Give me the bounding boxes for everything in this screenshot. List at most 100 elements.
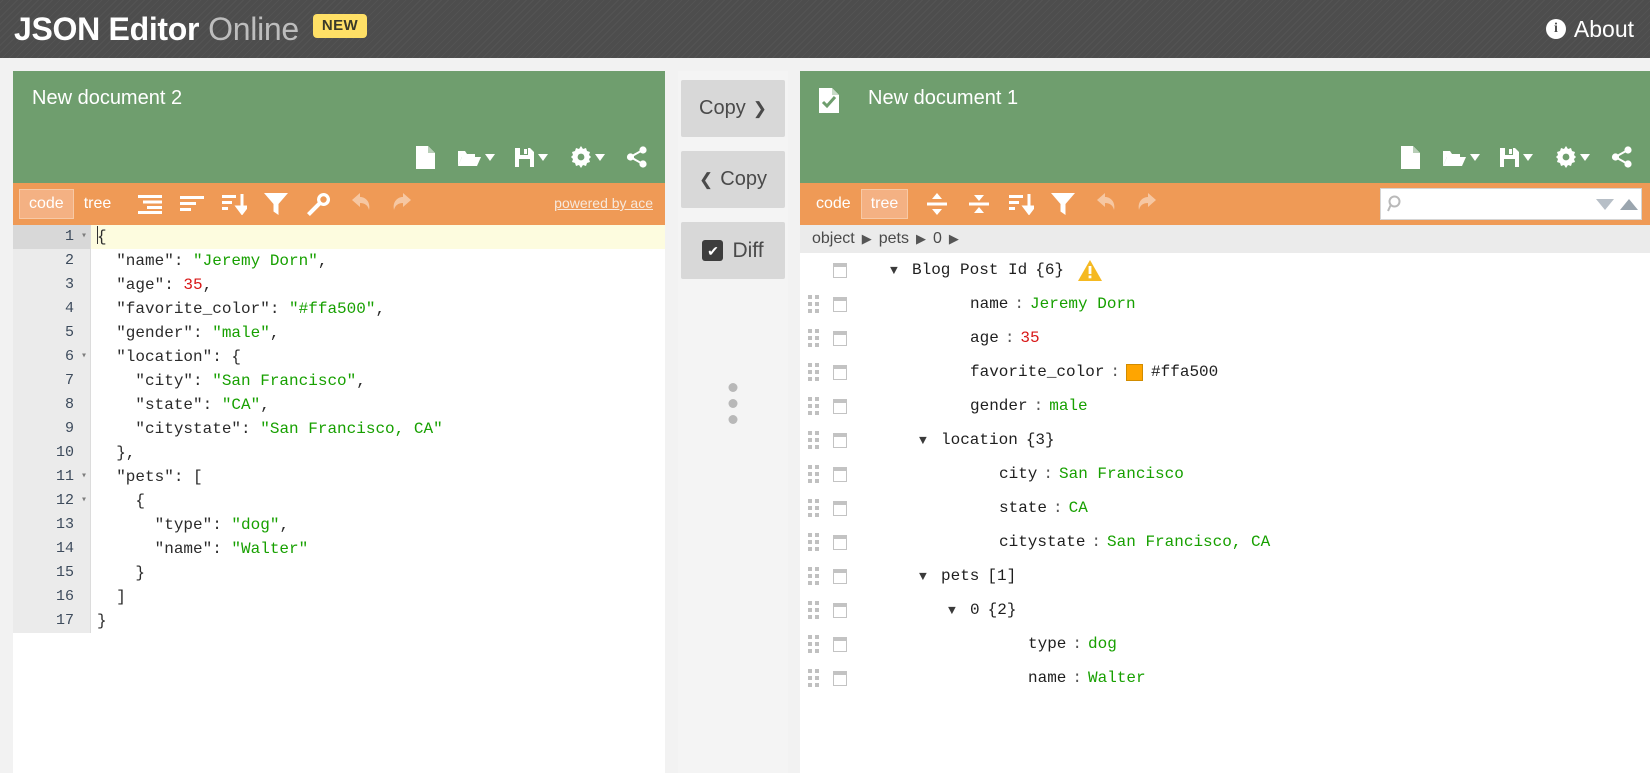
drag-handle-icon[interactable] xyxy=(800,363,826,381)
format-button[interactable] xyxy=(171,187,213,221)
tree-row-menu-icon[interactable] xyxy=(826,330,854,346)
left-mode-code[interactable]: code xyxy=(19,189,74,219)
code-line[interactable]: 9 "citystate": "San Francisco, CA" xyxy=(13,417,665,441)
new-document-button[interactable] xyxy=(1390,139,1430,175)
code-line[interactable]: 10 }, xyxy=(13,441,665,465)
tree-key[interactable]: location xyxy=(941,431,1018,449)
tree-value[interactable]: San Francisco, CA xyxy=(1107,533,1270,551)
code-line[interactable]: 1 ▾{ xyxy=(13,225,665,249)
drag-handle-icon[interactable] xyxy=(800,465,826,483)
compact-button[interactable] xyxy=(129,187,171,221)
checkbox-checked-icon[interactable]: ✔ xyxy=(702,240,724,261)
tree-key[interactable]: favorite_color xyxy=(970,363,1104,381)
open-folder-button[interactable] xyxy=(449,139,501,175)
tree-row[interactable]: name: Walter xyxy=(800,661,1650,695)
transform-wrench-button[interactable] xyxy=(297,187,339,221)
code-editor[interactable]: 1 ▾{2 "name": "Jeremy Dorn", 3 "age": 35, 4… xyxy=(13,225,665,773)
code-line[interactable]: 2 "name": "Jeremy Dorn", xyxy=(13,249,665,273)
expand-collapse-icon[interactable]: ▼ xyxy=(919,569,941,584)
code-line[interactable]: 6 ▾ "location": { xyxy=(13,345,665,369)
tree-value[interactable]: dog xyxy=(1088,635,1117,653)
code-line[interactable]: 4 "favorite_color": "#ffa500", xyxy=(13,297,665,321)
tree-key[interactable]: state xyxy=(999,499,1047,517)
save-button[interactable] xyxy=(1490,139,1542,175)
settings-gear-button[interactable] xyxy=(1546,139,1598,175)
tree-value[interactable]: Jeremy Dorn xyxy=(1030,295,1136,313)
expand-collapse-icon[interactable]: ▼ xyxy=(919,433,941,448)
tree-key[interactable]: name xyxy=(1028,669,1066,687)
tree-row[interactable]: citystate: San Francisco, CA xyxy=(800,525,1650,559)
tree-row-menu-icon[interactable] xyxy=(826,602,854,618)
tree-key[interactable]: age xyxy=(970,329,999,347)
tree-row-menu-icon[interactable] xyxy=(826,432,854,448)
code-line[interactable]: 11 ▾ "pets": [ xyxy=(13,465,665,489)
save-button[interactable] xyxy=(505,139,557,175)
code-line[interactable]: 12 ▾ { xyxy=(13,489,665,513)
tree-value[interactable]: 35 xyxy=(1020,329,1039,347)
tree-row-menu-icon[interactable] xyxy=(826,296,854,312)
tree-row-menu-icon[interactable] xyxy=(826,398,854,414)
tree-row-menu-icon[interactable] xyxy=(826,262,854,278)
tree-key[interactable]: gender xyxy=(970,397,1028,415)
tree-value[interactable]: San Francisco xyxy=(1059,465,1184,483)
search-next-icon[interactable] xyxy=(1596,198,1614,210)
tree-row[interactable]: age :35 xyxy=(800,321,1650,355)
share-button[interactable] xyxy=(1602,139,1642,175)
filter-button[interactable] xyxy=(1042,187,1084,221)
copy-to-right-button[interactable]: Copy ❯ xyxy=(681,80,785,137)
tree-key[interactable]: citystate xyxy=(999,533,1085,551)
tree-row[interactable]: favorite_color: #ffa500 xyxy=(800,355,1650,389)
fold-toggle-icon[interactable]: ▾ xyxy=(81,225,87,249)
tree-value[interactable]: Walter xyxy=(1088,669,1146,687)
fold-toggle-icon[interactable]: ▾ xyxy=(81,345,87,369)
new-document-button[interactable] xyxy=(405,139,445,175)
tree-view[interactable]: object ▶ pets ▶ 0 ▶ ▼ Blog Post Id {6} name: Jere… xyxy=(800,225,1650,773)
fold-toggle-icon[interactable]: ▾ xyxy=(81,465,87,489)
settings-gear-button[interactable] xyxy=(561,139,613,175)
drag-handle-icon[interactable] xyxy=(800,329,826,347)
fold-toggle-icon[interactable]: ▾ xyxy=(81,489,87,513)
tree-key[interactable]: type xyxy=(1028,635,1066,653)
tree-value[interactable]: male xyxy=(1049,397,1087,415)
color-swatch-icon[interactable] xyxy=(1126,363,1144,381)
tree-key[interactable]: name xyxy=(970,295,1008,313)
code-line[interactable]: 7 "city": "San Francisco", xyxy=(13,369,665,393)
code-line[interactable]: 8 "state": "CA", xyxy=(13,393,665,417)
code-line[interactable]: 17} xyxy=(13,609,665,633)
tree-row[interactable]: ▼ location {3} xyxy=(800,423,1650,457)
code-line[interactable]: 5 "gender": "male", xyxy=(13,321,665,345)
tree-row-menu-icon[interactable] xyxy=(826,636,854,652)
drag-handle-icon[interactable] xyxy=(800,397,826,415)
tree-key[interactable]: 0 xyxy=(970,601,980,619)
open-folder-button[interactable] xyxy=(1434,139,1486,175)
left-mode-tree[interactable]: tree xyxy=(74,189,122,219)
tree-row-menu-icon[interactable] xyxy=(826,466,854,482)
powered-by-ace-link[interactable]: powered by ace xyxy=(554,195,653,211)
sort-button[interactable] xyxy=(213,187,255,221)
share-button[interactable] xyxy=(617,139,657,175)
about-link[interactable]: i About xyxy=(1545,16,1650,43)
breadcrumb-segment[interactable]: object xyxy=(812,230,855,248)
panel-resize-handle[interactable] xyxy=(728,383,738,424)
sort-button[interactable] xyxy=(1000,187,1042,221)
drag-handle-icon[interactable] xyxy=(800,601,826,619)
code-line[interactable]: 3 "age": 35, xyxy=(13,273,665,297)
tree-value[interactable]: CA xyxy=(1069,499,1088,517)
tree-key[interactable]: pets xyxy=(941,567,979,585)
tree-row[interactable]: state: CA xyxy=(800,491,1650,525)
right-mode-tree[interactable]: tree xyxy=(860,189,909,219)
breadcrumb-segment[interactable]: 0 xyxy=(933,230,942,248)
drag-handle-icon[interactable] xyxy=(800,295,826,313)
expand-collapse-icon[interactable]: ▼ xyxy=(948,603,970,618)
warning-icon[interactable] xyxy=(1078,259,1103,281)
drag-handle-icon[interactable] xyxy=(800,567,826,585)
tree-row[interactable]: type: dog xyxy=(800,627,1650,661)
tree-row-menu-icon[interactable] xyxy=(826,500,854,516)
code-line[interactable]: 16 ] xyxy=(13,585,665,609)
tree-row[interactable]: ▼ 0 {2} xyxy=(800,593,1650,627)
expand-all-button[interactable] xyxy=(916,187,958,221)
tree-row[interactable]: name: Jeremy Dorn xyxy=(800,287,1650,321)
drag-handle-icon[interactable] xyxy=(800,635,826,653)
drag-handle-icon[interactable] xyxy=(800,669,826,687)
drag-handle-icon[interactable] xyxy=(800,431,826,449)
